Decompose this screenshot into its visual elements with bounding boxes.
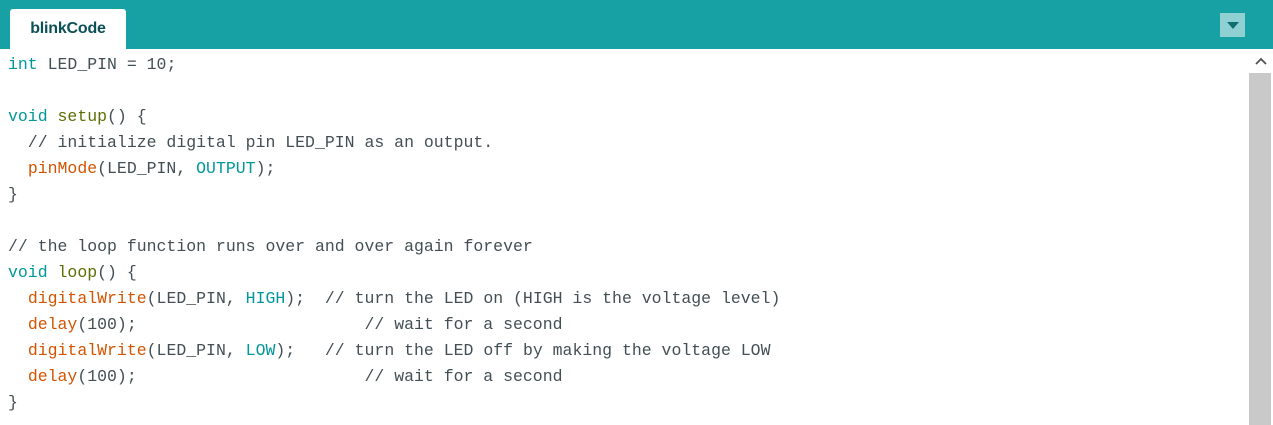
code-comment: // wait for a second <box>364 367 563 386</box>
code-comment: // turn the LED off by making the voltag… <box>324 341 771 360</box>
tab-label: blinkCode <box>30 20 106 37</box>
code-line[interactable] <box>8 208 780 234</box>
code-function-name: setup <box>57 107 108 126</box>
code-text-span <box>8 341 28 360</box>
code-text-span: (LED_PIN, <box>97 159 197 178</box>
code-comment: // turn the LED on (HIGH is the voltage … <box>324 289 781 308</box>
code-editor[interactable]: int LED_PIN = 10; void setup() { // initi… <box>0 49 1248 425</box>
code-comment: // initialize digital pin LED_PIN as an … <box>8 133 494 152</box>
code-text-span: () { <box>107 107 147 126</box>
chevron-up-icon <box>1254 57 1267 65</box>
code-keyword: LOW <box>245 341 276 360</box>
code-text-span: (100); <box>77 367 365 386</box>
code-text-span <box>8 289 28 308</box>
code-line[interactable]: // initialize digital pin LED_PIN as an … <box>8 130 780 156</box>
tab-blinkcode[interactable]: blinkCode <box>10 9 126 49</box>
triangle-down-icon <box>1226 21 1239 29</box>
code-text-span: (LED_PIN, <box>146 289 246 308</box>
code-keyword: OUTPUT <box>196 159 256 178</box>
code-text-span: (LED_PIN, <box>146 341 246 360</box>
scroll-up-button[interactable] <box>1248 49 1273 73</box>
code-line[interactable]: // the loop function runs over and over … <box>8 234 780 260</box>
code-text-span <box>48 107 58 126</box>
code-builtin: pinMode <box>27 159 98 178</box>
code-line[interactable]: digitalWrite(LED_PIN, HIGH); // turn the… <box>8 286 781 312</box>
code-keyword: int <box>8 55 38 74</box>
tab-bar: blinkCode <box>0 0 1273 49</box>
code-text[interactable]: int LED_PIN = 10; void setup() { // initi… <box>8 52 780 416</box>
code-line[interactable]: } <box>8 390 780 416</box>
code-comment: // the loop function runs over and over … <box>8 237 533 256</box>
code-line[interactable]: int LED_PIN = 10; <box>8 52 780 78</box>
code-text-span <box>8 159 28 178</box>
code-text-span: ); <box>285 289 325 308</box>
code-line[interactable]: delay(100); // wait for a second <box>8 312 780 338</box>
tab-menu-button[interactable] <box>1220 13 1245 37</box>
scrollbar-thumb[interactable] <box>1249 73 1271 425</box>
code-line[interactable] <box>8 78 780 104</box>
code-builtin: digitalWrite <box>27 341 147 360</box>
code-keyword: HIGH <box>245 289 286 308</box>
code-text-span <box>48 263 58 282</box>
vertical-scrollbar[interactable] <box>1248 49 1273 425</box>
code-function-name: loop <box>57 263 98 282</box>
code-line[interactable]: digitalWrite(LED_PIN, LOW); // turn the … <box>8 338 780 364</box>
code-text-span: LED_PIN = 10; <box>37 55 177 74</box>
code-text-span: () { <box>97 263 137 282</box>
code-keyword: void <box>8 263 48 282</box>
code-builtin: digitalWrite <box>27 289 147 308</box>
code-text-span: ); <box>275 341 325 360</box>
code-text-span: (100); <box>77 315 365 334</box>
code-line[interactable]: void setup() { <box>8 104 780 130</box>
code-builtin: delay <box>27 315 78 334</box>
code-line[interactable]: } <box>8 182 780 208</box>
code-builtin: delay <box>27 367 78 386</box>
code-text-span: } <box>8 185 18 204</box>
code-keyword: void <box>8 107 48 126</box>
code-text-span <box>8 367 28 386</box>
code-line[interactable]: pinMode(LED_PIN, OUTPUT); <box>8 156 780 182</box>
code-comment: // wait for a second <box>364 315 563 334</box>
code-text-span: } <box>8 393 18 412</box>
code-text-span: ); <box>255 159 276 178</box>
code-line[interactable]: delay(100); // wait for a second <box>8 364 780 390</box>
code-line[interactable]: void loop() { <box>8 260 780 286</box>
code-text-span <box>8 315 28 334</box>
